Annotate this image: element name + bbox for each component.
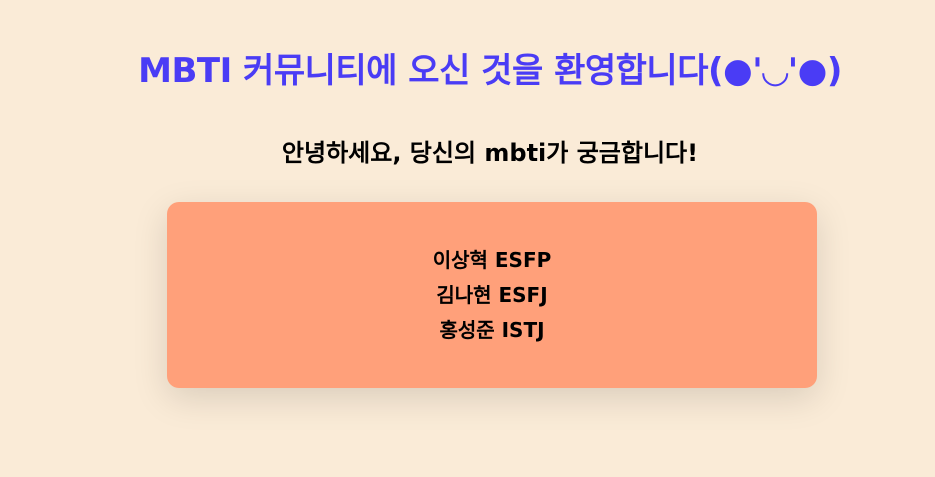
member-item: 이상혁 ESFP [432, 247, 552, 272]
page-subtitle: 안녕하세요, 당신의 mbti가 궁금합니다! [281, 139, 699, 167]
member-item: 김나현 ESFJ [436, 282, 548, 307]
page-title: MBTI 커뮤니티에 오신 것을 환영합니다(●'◡'●) [138, 51, 842, 91]
member-item: 홍성준 ISTJ [439, 317, 545, 342]
member-list-card: 이상혁 ESFP 김나현 ESFJ 홍성준 ISTJ [167, 202, 817, 388]
